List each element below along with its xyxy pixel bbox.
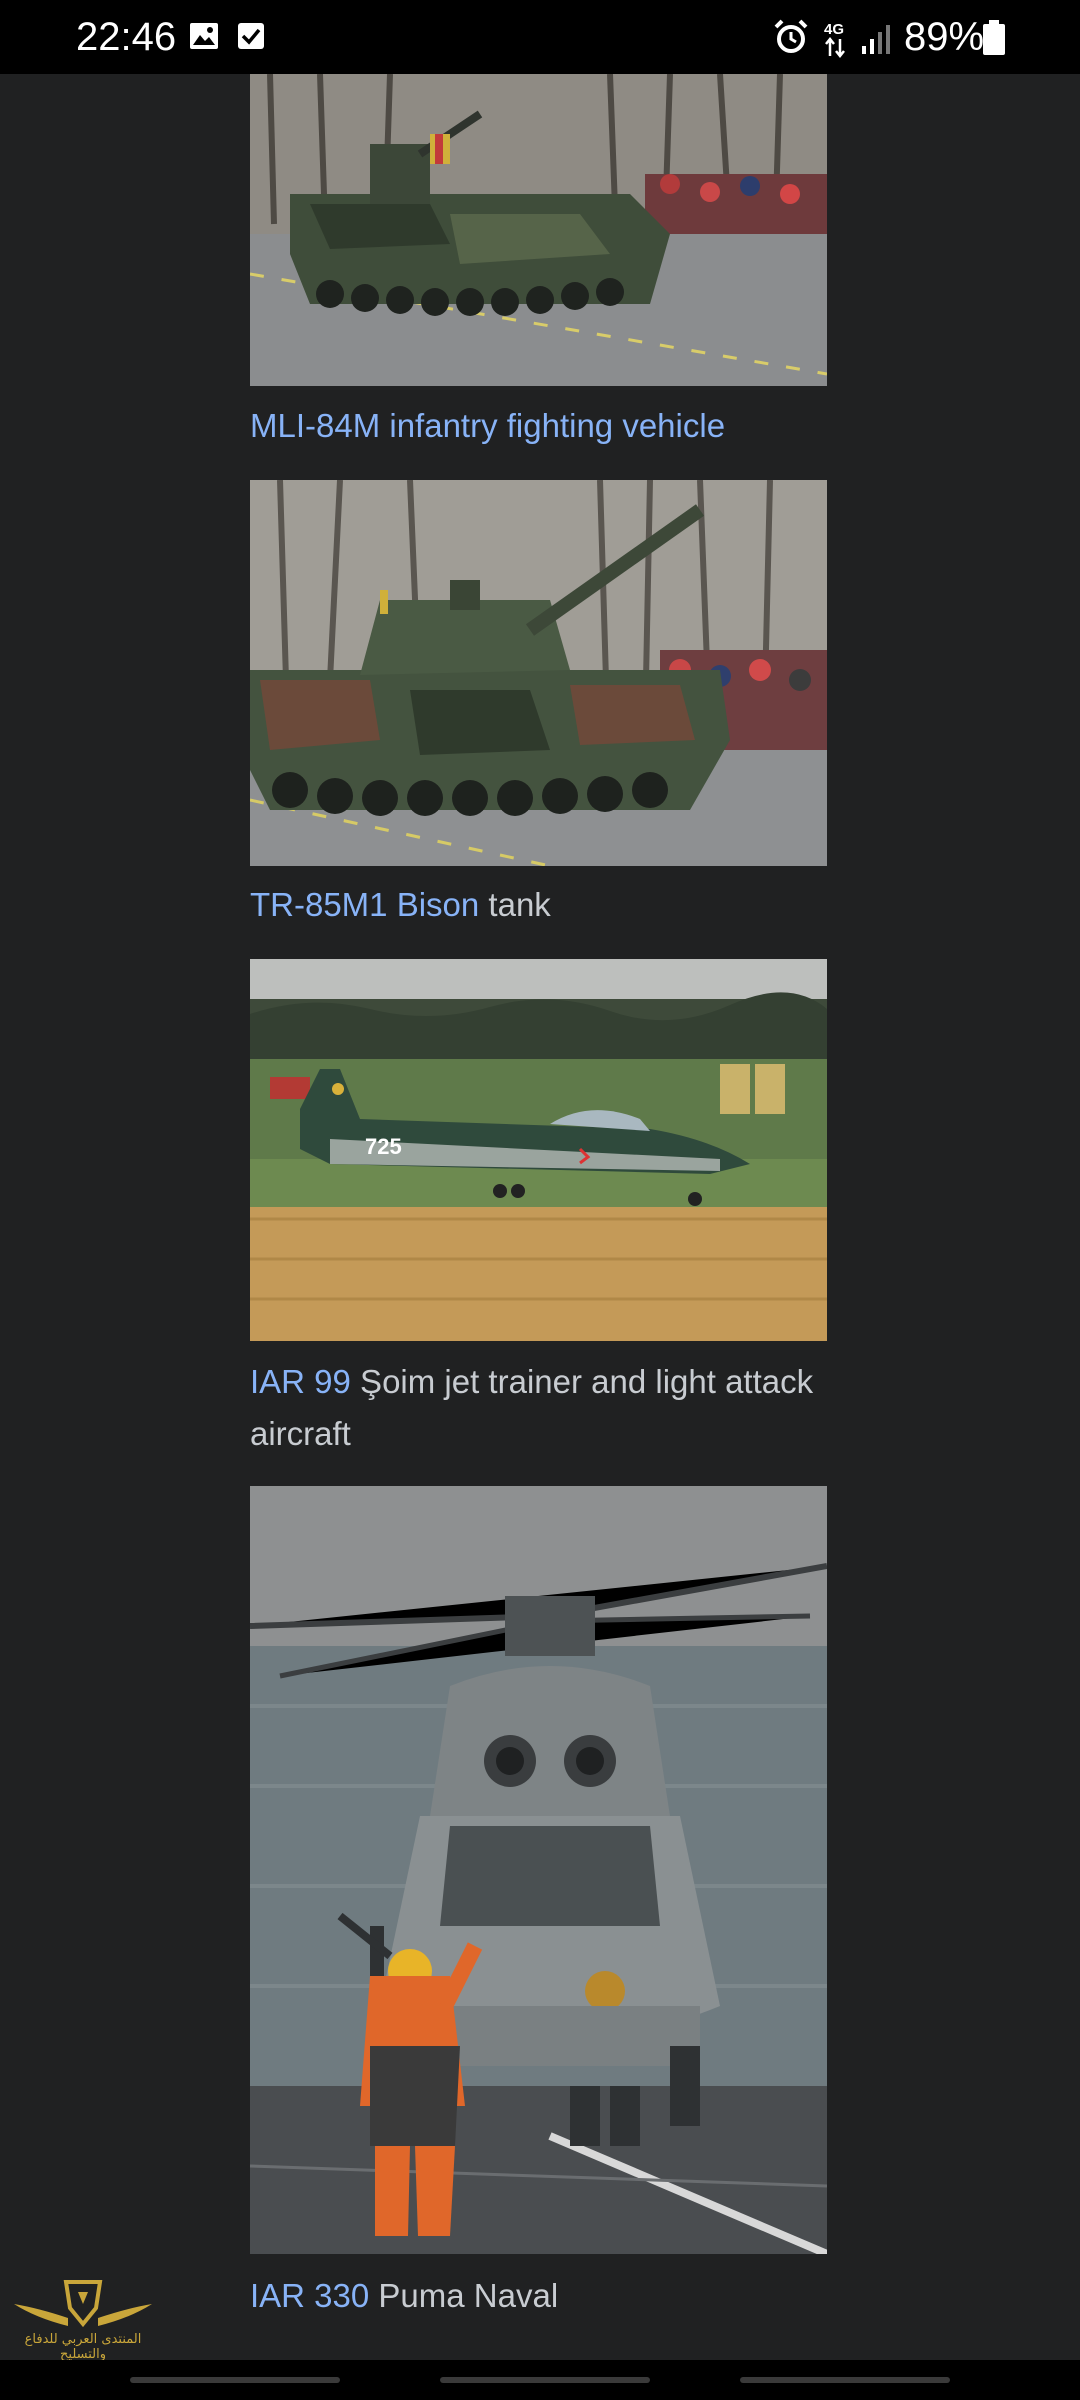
navigation-bar [0,2360,1080,2400]
caption-text: tank [479,886,551,923]
jet-trainer-photo[interactable]: 725 [250,959,827,1341]
4g-icon: 4G [822,18,850,63]
figure-caption: IAR 99 Şoim jet trainer and light attack… [250,1356,850,1460]
figure-caption: IAR 330 Puma Naval [250,2270,850,2322]
nav-home-handle[interactable] [440,2377,650,2383]
battery-icon [982,20,1006,61]
article-gallery: MLI-84M infantry fighting vehicle TR-85M… [0,74,1080,2360]
figure-caption: TR-85M1 Bison tank [250,879,850,931]
checkbox-icon [236,20,266,57]
battery-percent: 89% [904,15,985,59]
infantry-fighting-vehicle-photo[interactable] [250,74,827,386]
forum-watermark: المنتدى العربي للدفاع والتسليح [8,2278,158,2362]
nav-back-handle[interactable] [740,2377,950,2383]
shield-wings-logo [14,2280,152,2328]
status-bar: 22:46 4G 89% [0,0,1080,74]
caption-link[interactable]: IAR 99 [250,1363,351,1400]
watermark-text: المنتدى العربي للدفاع والتسليح [24,2332,142,2362]
helicopter-photo[interactable] [250,1486,827,2254]
nav-recents-handle[interactable] [130,2377,340,2383]
tank-photo[interactable] [250,480,827,866]
alarm-icon [772,18,810,61]
caption-link[interactable]: MLI-84M infantry fighting vehicle [250,407,725,444]
caption-link[interactable]: TR-85M1 Bison [250,886,479,923]
figure-caption: MLI-84M infantry fighting vehicle [250,400,850,452]
svg-text:725: 725 [365,1134,402,1159]
caption-text: Puma Naval [369,2277,559,2314]
status-time: 22:46 [76,15,177,59]
signal-icon [860,24,892,61]
svg-text:4G: 4G [824,21,844,38]
image-icon [188,20,220,57]
caption-link[interactable]: IAR 330 [250,2277,369,2314]
